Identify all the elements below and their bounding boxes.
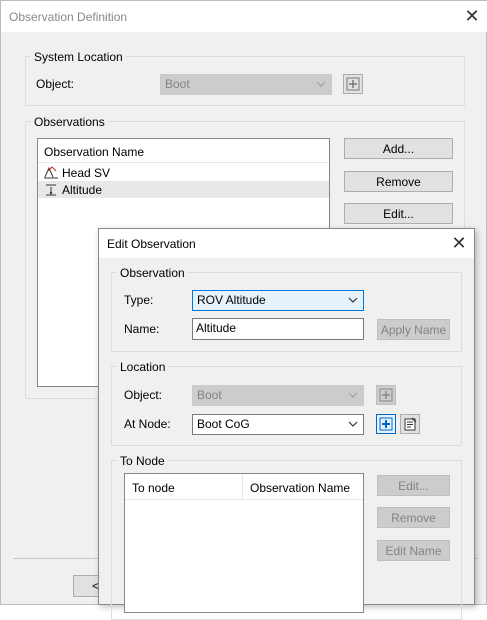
dialog-title-bar: Edit Observation ✕ — [99, 229, 474, 258]
add-node-icon[interactable] — [376, 414, 396, 434]
remove-button[interactable]: Remove — [344, 171, 453, 192]
at-node-label: At Node: — [124, 417, 171, 431]
main-title-bar: Observation Definition ✕ — [1, 1, 487, 32]
dialog-close-icon[interactable]: ✕ — [449, 234, 469, 254]
add-location-object-icon[interactable] — [376, 385, 396, 405]
name-input-value: Altitude — [196, 321, 237, 335]
name-input[interactable]: Altitude — [192, 318, 364, 340]
main-window-title: Observation Definition — [9, 10, 128, 24]
edit-button[interactable]: Edit... — [344, 203, 453, 224]
main-object-select[interactable]: Boot — [160, 74, 332, 95]
heading-sv-icon — [43, 165, 59, 182]
apply-name-button[interactable]: Apply Name — [377, 319, 450, 340]
altitude-icon — [43, 182, 59, 199]
observations-column-header[interactable]: Observation Name — [38, 139, 329, 163]
column-observation-name: Observation Name — [250, 481, 351, 495]
column-divider — [242, 474, 243, 499]
add-object-icon[interactable] — [343, 74, 363, 94]
main-object-label: Object: — [36, 77, 75, 91]
system-location-label: System Location — [31, 50, 126, 64]
location-object-label: Object: — [124, 388, 163, 402]
observation-group-label: Observation — [117, 266, 188, 280]
to-node-remove-button[interactable]: Remove — [377, 507, 450, 528]
column-to-node: To node — [132, 481, 175, 495]
to-node-list[interactable]: To node Observation Name — [124, 473, 364, 613]
list-item-label: Head SV — [62, 166, 111, 180]
list-item-label: Altitude — [62, 183, 103, 197]
edit-observation-dialog: Edit Observation ✕ Observation Type: ROV… — [98, 228, 475, 620]
list-item[interactable]: Head SV — [38, 164, 329, 181]
node-properties-icon[interactable] — [400, 414, 420, 434]
name-label: Name: — [124, 322, 160, 336]
add-button[interactable]: Add... — [344, 138, 453, 159]
type-label: Type: — [124, 293, 154, 307]
column-observation-name: Observation Name — [44, 145, 145, 159]
observations-label: Observations — [31, 115, 108, 129]
observation-group — [111, 272, 462, 352]
type-value: ROV Altitude — [197, 293, 266, 307]
dialog-title: Edit Observation — [107, 237, 196, 251]
location-object-value: Boot — [197, 388, 222, 402]
to-node-edit-name-button[interactable]: Edit Name — [377, 540, 450, 561]
list-item[interactable]: Altitude — [38, 181, 329, 198]
location-object-select[interactable]: Boot — [192, 385, 364, 406]
to-node-column-header[interactable]: To node Observation Name — [125, 474, 363, 500]
location-group-label: Location — [117, 360, 169, 374]
chevron-down-icon — [347, 291, 359, 309]
at-node-value: Boot CoG — [197, 417, 250, 431]
to-node-group-label: To Node — [117, 454, 168, 468]
type-select[interactable]: ROV Altitude — [192, 290, 364, 311]
main-object-value: Boot — [165, 77, 190, 91]
chevron-down-icon — [315, 75, 327, 93]
chevron-down-icon — [347, 386, 359, 404]
at-node-select[interactable]: Boot CoG — [192, 414, 364, 435]
main-close-icon[interactable]: ✕ — [462, 7, 482, 27]
chevron-down-icon — [347, 415, 359, 433]
to-node-edit-button[interactable]: Edit... — [377, 475, 450, 496]
